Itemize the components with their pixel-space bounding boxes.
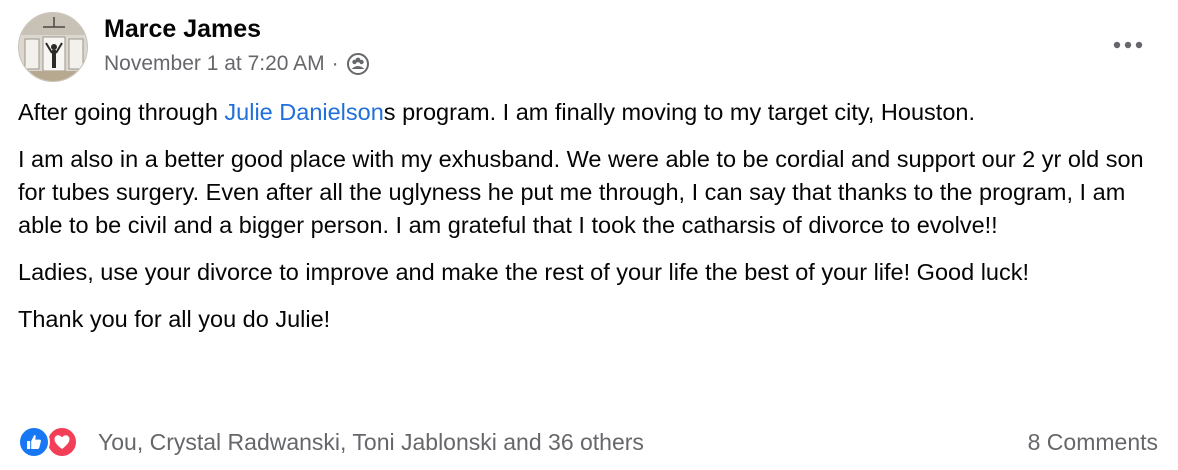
meta-separator: ·: [331, 52, 339, 75]
reactions-summary[interactable]: You, Crystal Radwanski, Toni Jablonski a…: [98, 429, 644, 456]
mention-link[interactable]: Julie Danielson: [224, 99, 383, 125]
like-icon: [18, 426, 50, 458]
more-options-icon[interactable]: [1108, 30, 1148, 60]
avatar[interactable]: [18, 12, 88, 82]
post-paragraph: I am also in a better good place with my…: [18, 146, 1144, 238]
paragraph-text: After going through: [18, 99, 225, 125]
post-timestamp[interactable]: November 1 at 7:20 AM: [104, 52, 325, 76]
love-icon: [46, 426, 78, 458]
post-footer: You, Crystal Radwanski, Toni Jablonski a…: [18, 424, 1158, 460]
reaction-icons[interactable]: [18, 424, 84, 460]
comments-count[interactable]: 8 Comments: [1028, 429, 1158, 456]
author-name[interactable]: Marce James: [104, 15, 261, 44]
post-paragraph: Ladies, use your divorce to improve and …: [18, 259, 1030, 285]
avatar-photo: [19, 13, 87, 81]
paragraph-text: s program. I am finally moving to my tar…: [383, 99, 975, 125]
post-paragraph: Thank you for all you do Julie!: [18, 306, 331, 332]
post-meta: November 1 at 7:20 AM ·: [104, 52, 369, 76]
post-paragraph: After going through Julie Danielsons pro…: [18, 96, 1158, 129]
post-body: After going through Julie Danielsons pro…: [18, 96, 1158, 350]
friends-icon[interactable]: [346, 53, 369, 75]
